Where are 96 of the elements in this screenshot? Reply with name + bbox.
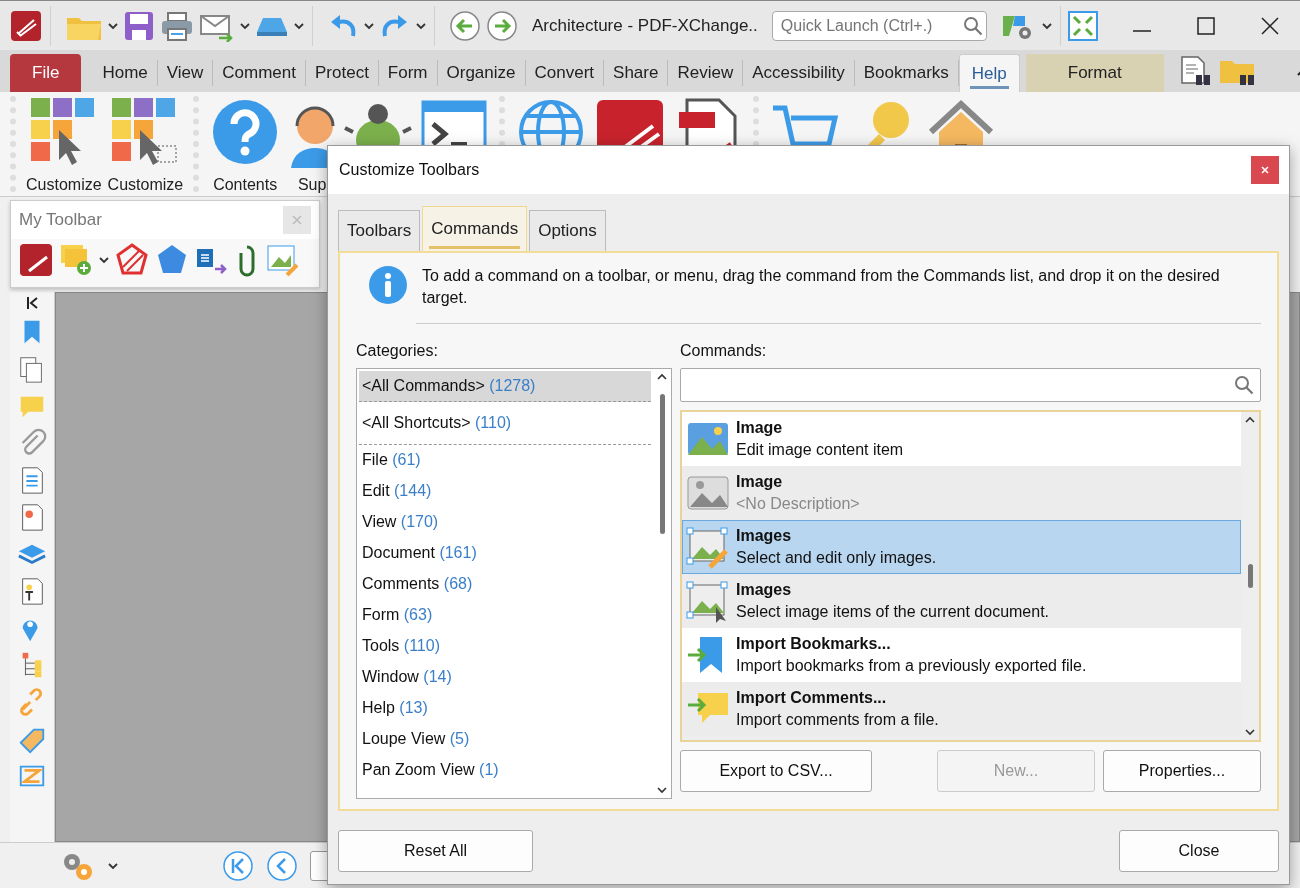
caret-icon[interactable] (364, 21, 374, 30)
dialog-tab[interactable]: Toolbars (338, 210, 421, 251)
collapse-panel-icon[interactable] (26, 296, 38, 310)
ribbon-tab[interactable]: Format (1025, 54, 1164, 92)
pdf-edit-icon[interactable] (19, 243, 53, 277)
command-title: Image (736, 419, 784, 437)
command-title: Images (736, 527, 793, 545)
scroll-down-icon[interactable] (657, 787, 667, 794)
command-row[interactable]: Image Edit image content item (682, 412, 1241, 466)
caret-icon[interactable] (240, 21, 250, 30)
ribbon-tab[interactable]: Share (604, 60, 669, 86)
ribbon-tab[interactable]: Convert (525, 60, 605, 86)
category-item[interactable]: Help (13) (359, 693, 651, 724)
category-item[interactable]: Document (161) (359, 538, 651, 569)
contents-button[interactable]: Contents (209, 96, 282, 194)
command-description: <No Description> (736, 495, 860, 513)
categories-list[interactable]: <All Commands> (1278) <All Shortcuts> (110) File (61) Edit (144) View (170) Document (161) Comments (68) Form (63) Tools (110) Window (14) Help (13) Loupe View (5) Pan Zoom View (1) (356, 368, 672, 799)
dialog-tab[interactable]: Options (529, 210, 606, 251)
caret-icon[interactable] (108, 21, 118, 30)
first-page-icon[interactable] (222, 849, 254, 882)
category-item[interactable]: View (170) (359, 507, 651, 538)
dialog-button[interactable]: Reset All (338, 830, 533, 872)
maximize-icon[interactable] (1196, 15, 1216, 36)
command-title: Images (736, 581, 793, 599)
add-comment-icon[interactable] (59, 243, 93, 277)
command-description: Select and edit only images. (736, 549, 937, 567)
info-text: To add a command on a toolbar, or menu, drag the command from the Commands list, and drop it on the desired target. (422, 266, 1221, 308)
commands-search-field[interactable] (680, 368, 1261, 402)
image-pencil-icon (686, 525, 730, 569)
image-cursor-icon (686, 579, 730, 623)
file-menu-tab[interactable]: File (10, 54, 82, 92)
categories-label: Categories: (356, 342, 439, 360)
command-description: Import comments from a file. (736, 711, 939, 729)
caret-icon[interactable] (1041, 21, 1052, 30)
scrollbar-thumb[interactable] (1247, 564, 1253, 588)
scroll-up-icon[interactable] (1245, 416, 1255, 423)
category-item[interactable]: File (61) (359, 445, 651, 476)
quick-launch-field[interactable]: Quick Launch (Ctrl+.) (771, 10, 987, 41)
image-edit-icon[interactable] (265, 243, 299, 277)
category-item[interactable]: Edit (144) (359, 476, 651, 507)
command-description: Import bookmarks from a previously exported file. (736, 657, 1087, 675)
ribbon-tab[interactable]: Comment (213, 60, 306, 86)
category-item[interactable]: Comments (68) (359, 569, 651, 600)
support-button[interactable]: Sup (287, 96, 338, 194)
ribbon-tab[interactable]: Protect (306, 60, 379, 86)
category-item[interactable]: Form (63) (359, 600, 651, 631)
close-icon (1259, 164, 1271, 176)
category-item[interactable]: Loupe View (5) (359, 724, 651, 755)
category-item[interactable]: <All Shortcuts> (110) (359, 402, 651, 445)
fullscreen-icon[interactable] (1066, 9, 1099, 42)
category-item[interactable]: Window (14) (359, 662, 651, 693)
caret-icon[interactable] (416, 21, 426, 30)
ribbon-tab[interactable]: Accessibility (743, 60, 855, 86)
caret-icon[interactable] (108, 861, 118, 870)
info-icon (368, 265, 408, 305)
ribbon-tab[interactable]: View (157, 60, 214, 86)
window-title: Architecture - PDF-XChange.. (532, 15, 758, 36)
ribbon-tab[interactable]: Organize (437, 60, 526, 86)
category-item[interactable]: <All Commands> (1278) (359, 371, 651, 402)
command-title: Import Comments... (736, 689, 888, 707)
category-item[interactable]: Tools (110) (359, 631, 651, 662)
dialog-button[interactable]: Close (1119, 830, 1279, 872)
command-row[interactable]: Import Bookmarks... Import bookmarks from a previously exported file. (682, 628, 1241, 682)
ribbon-tab[interactable]: Form (378, 60, 438, 86)
ribbon-tab[interactable]: Review (668, 60, 744, 86)
ribbon-tab[interactable]: Help (958, 54, 1020, 92)
previous-page-icon[interactable] (266, 849, 298, 882)
command-title: Import Bookmarks... (736, 635, 892, 653)
toolbar-title: My Toolbar (19, 210, 102, 230)
scroll-up-icon[interactable] (657, 373, 667, 380)
caret-icon[interactable] (99, 256, 109, 264)
dialog-button[interactable]: Properties... (1103, 750, 1261, 792)
printer-icon[interactable] (160, 9, 194, 42)
command-description: Select image items of the current document. (736, 603, 1050, 621)
close-button[interactable] (1251, 156, 1279, 184)
search-icon (1234, 375, 1254, 395)
commands-list[interactable] (680, 410, 1261, 742)
scroll-down-icon[interactable] (1245, 729, 1255, 736)
category-item[interactable]: Pan Zoom View (1) (359, 755, 651, 786)
hatched-polygon-icon[interactable] (115, 243, 149, 277)
search-icon[interactable] (962, 15, 983, 36)
ribbon-tab[interactable]: Home (93, 60, 158, 86)
app-logo-icon (10, 9, 42, 42)
command-title: Image (736, 473, 784, 491)
command-row[interactable]: Images Select and edit only images. (682, 520, 1241, 574)
caret-icon[interactable] (294, 21, 304, 30)
command-description: Edit image content item (736, 441, 904, 459)
scrollbar-thumb[interactable] (659, 393, 665, 534)
dialog-button[interactable]: Export to CSV... (680, 750, 872, 792)
ribbon-tab[interactable]: Bookmarks (854, 60, 959, 86)
dialog-title: Customize Toolbars (339, 161, 480, 179)
customize-toolbar-button[interactable]: Customize (26, 96, 102, 194)
customize-shortcut-button[interactable]: Customize (107, 96, 184, 194)
commands-label: Commands: (680, 342, 768, 360)
close-icon[interactable] (1260, 15, 1280, 36)
dialog-tab[interactable]: Commands (422, 206, 528, 251)
